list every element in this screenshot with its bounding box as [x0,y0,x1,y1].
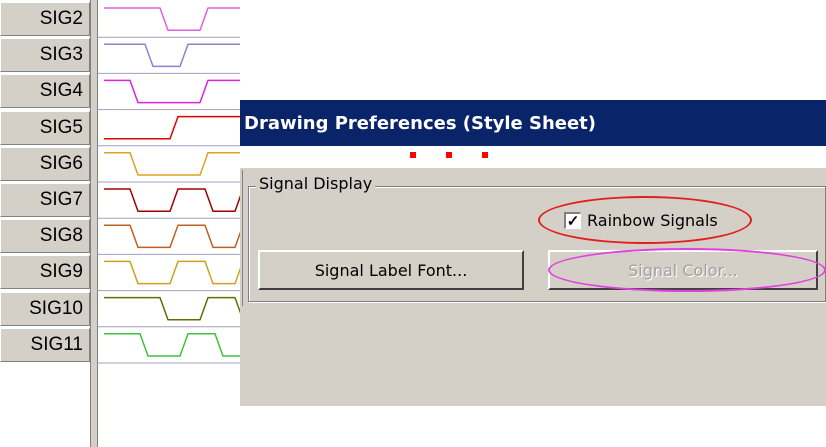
signal-label-sig7[interactable]: SIG7 [0,183,90,217]
signal-label-sig6[interactable]: SIG6 [0,146,90,181]
waveform-sig5 [104,115,240,140]
waveform-sig9 [104,260,240,285]
ellipsis-dot [446,152,452,158]
ellipsis-dot [482,152,488,158]
waveform-panel: SIG2 SIG3 SIG4 SIG5 SIG6 SIG7 SIG8 SIG9 SIG10 SIG… [0,0,240,447]
waveform-sig3 [104,43,240,68]
waveform-sig4 [104,79,240,104]
waveform-sig8 [104,224,240,249]
signal-label-font-button[interactable]: Signal Label Font... [258,250,524,290]
signal-label-sig3[interactable]: SIG3 [0,38,90,73]
signal-label-sig11[interactable]: SIG11 [0,327,90,362]
waveform-sig11 [104,333,240,357]
label-splitter[interactable] [90,0,98,447]
waveform-sig2 [104,7,240,31]
waveform-area [98,7,240,364]
waveform-sig6 [104,152,240,176]
signal-label-sig9[interactable]: SIG9 [0,255,90,290]
signal-label-sig10[interactable]: SIG10 [0,291,90,326]
signal-label-sig8[interactable]: SIG8 [0,219,90,254]
highlight-ellipse [548,248,826,292]
dialog-title: Drawing Preferences (Style Sheet) [244,112,597,134]
dialog-cropped-gap [240,146,826,168]
signal-label-sig5[interactable]: SIG5 [0,110,90,145]
ellipsis-dot [410,152,416,158]
waveform-sig7 [104,188,240,212]
highlight-ellipse [538,196,752,244]
signal-label-sig2[interactable]: SIG2 [0,2,90,36]
waveform-sig10 [104,296,240,321]
dialog-title-bar: Drawing Preferences (Style Sheet) [240,100,826,146]
dialog-edge [242,170,243,306]
signal-label-font-label: Signal Label Font... [314,260,468,280]
signal-label-sig4[interactable]: SIG4 [0,74,90,109]
group-title: Signal Display [256,174,376,193]
